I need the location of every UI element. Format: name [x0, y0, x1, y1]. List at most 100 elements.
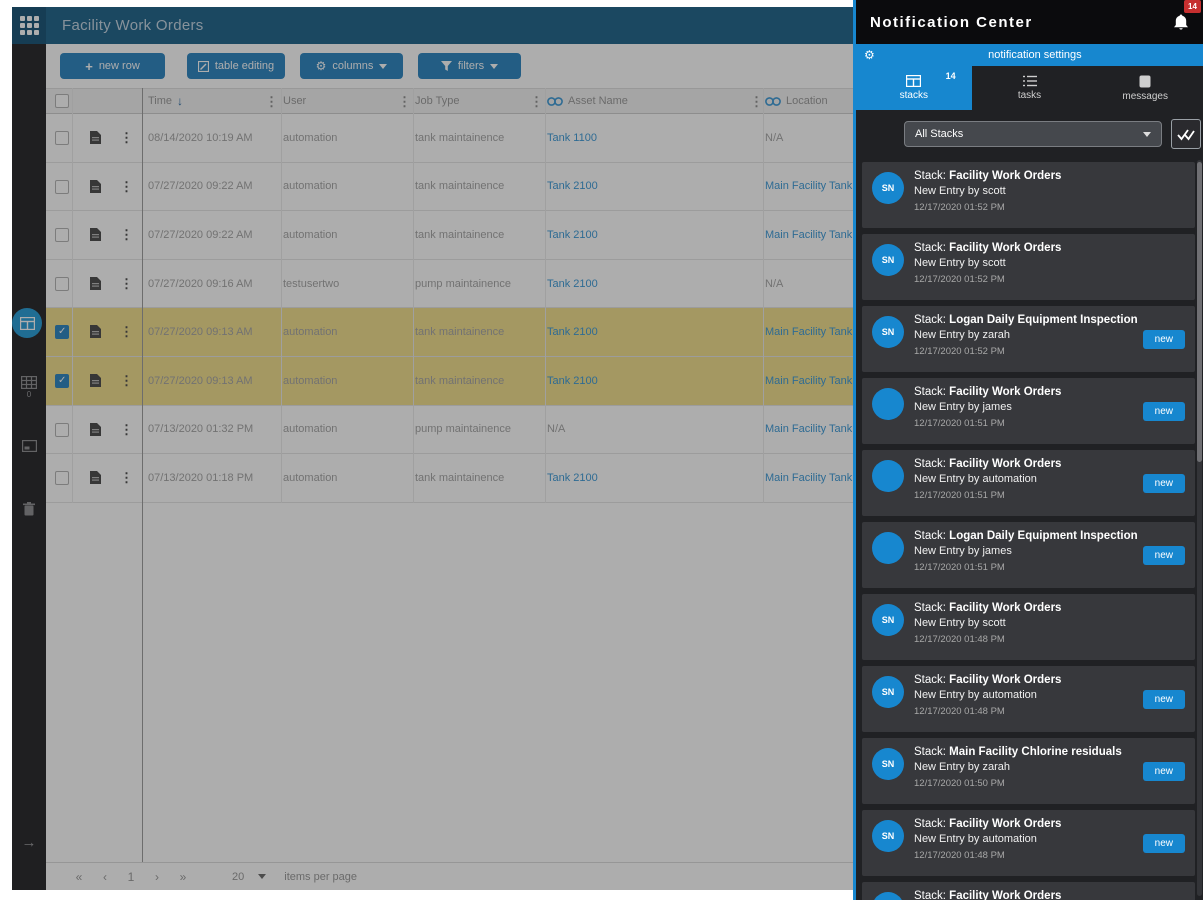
notification-content: Stack: Main Facility Chlorine residuals N…	[914, 746, 1143, 789]
cell-asset-name[interactable]: Tank 2100	[547, 163, 742, 211]
column-header-job-type[interactable]: Job Type	[415, 89, 459, 113]
row-menu-icon[interactable]: ⋮	[120, 423, 133, 436]
select-all-checkbox[interactable]	[55, 94, 69, 108]
column-menu-icon[interactable]: ⋮	[265, 95, 278, 108]
table-row[interactable]: ⋮ 08/14/2020 10:19 AM automation tank maint…	[46, 114, 853, 163]
tab-stacks[interactable]: stacks 14	[856, 66, 972, 110]
column-header-asset-name[interactable]: Asset Name	[547, 89, 628, 113]
notification-item[interactable]: SN Stack: Facility Work OrdersNew Entry b…	[862, 162, 1195, 228]
row-select-checkbox[interactable]	[55, 131, 69, 145]
column-menu-icon[interactable]: ⋮	[398, 95, 411, 108]
table-row[interactable]: ⋮ 07/27/2020 09:13 AM automation tank maint…	[46, 356, 853, 406]
filters-button[interactable]: filters	[418, 53, 521, 79]
stack-avatar: SN	[872, 820, 904, 852]
table-row[interactable]: ⋮ 07/27/2020 09:22 AM automation tank maint…	[46, 211, 853, 260]
row-menu-icon[interactable]: ⋮	[120, 325, 133, 338]
row-menu-icon[interactable]: ⋮	[120, 180, 133, 193]
cell-location[interactable]: Main Facility Tank	[765, 163, 853, 211]
cell-location[interactable]: Main Facility Tank	[765, 357, 853, 405]
prev-page-button[interactable]: ‹	[92, 870, 118, 884]
sidebar-item-trash[interactable]	[12, 502, 46, 516]
tasks-icon	[1022, 75, 1037, 87]
table-row[interactable]: ⋮ 07/27/2020 09:16 AM testusertwo pump main…	[46, 259, 853, 309]
notification-item[interactable]: SN Stack: Facility Work OrdersNew Entry b…	[862, 594, 1195, 660]
notification-item[interactable]: Stack: Facility Work Orders New Entry by …	[862, 450, 1195, 516]
notification-item[interactable]: SN Stack: Main Facility Chlorine residual…	[862, 738, 1195, 804]
page-number[interactable]: 1	[118, 870, 144, 884]
row-menu-icon[interactable]: ⋮	[120, 374, 133, 387]
notification-item[interactable]: SN Stack: Facility Work OrdersNew Entry b…	[862, 666, 1195, 732]
notification-item[interactable]: SN Stack: Facility Work OrdersNew Entry b…	[862, 882, 1195, 900]
app-launcher-button[interactable]	[12, 7, 46, 44]
cell-location[interactable]: Main Facility Tank	[765, 406, 853, 454]
bell-icon[interactable]	[1173, 14, 1189, 31]
cell-location[interactable]: Main Facility Tank	[765, 308, 853, 356]
cell-asset-name[interactable]: Tank 2100	[547, 260, 742, 308]
document-icon[interactable]	[90, 325, 101, 339]
table-editing-button[interactable]: table editing	[187, 53, 285, 79]
columns-button[interactable]: ⚙ columns	[300, 53, 403, 79]
row-menu-icon[interactable]: ⋮	[120, 228, 133, 241]
new-row-button[interactable]: + new row	[60, 53, 165, 79]
first-page-button[interactable]: «	[66, 870, 92, 884]
stack-filter-dropdown[interactable]: All Stacks	[904, 121, 1162, 147]
cell-asset-name[interactable]: Tank 2100	[547, 308, 742, 356]
row-select-checkbox[interactable]	[55, 422, 69, 437]
row-select-checkbox[interactable]	[55, 373, 69, 388]
cell-asset-name[interactable]: Tank 2100	[547, 357, 742, 405]
cell-asset-name[interactable]: Tank 2100	[547, 211, 742, 259]
row-menu-icon[interactable]: ⋮	[120, 277, 133, 290]
sidebar-expand-button[interactable]: →	[12, 834, 46, 851]
notification-timestamp: 12/17/2020 01:48 PM	[914, 634, 1005, 645]
left-sidebar: 0 →	[12, 44, 46, 890]
last-page-button[interactable]: »	[170, 870, 196, 884]
notification-item[interactable]: SN Stack: Logan Daily Equipment Inspectio…	[862, 306, 1195, 372]
notification-settings-button[interactable]: ⚙ notification settings	[856, 44, 1203, 66]
row-select-checkbox[interactable]	[55, 228, 69, 243]
tab-messages[interactable]: messages	[1087, 66, 1203, 110]
row-select-checkbox[interactable]	[55, 325, 69, 340]
apps-grid-icon	[19, 16, 39, 35]
column-menu-icon[interactable]: ⋮	[750, 95, 763, 108]
row-select-checkbox[interactable]	[55, 276, 69, 291]
document-icon[interactable]	[90, 422, 101, 436]
table-row[interactable]: ⋮ 07/13/2020 01:18 PM automation tank maint…	[46, 454, 853, 503]
row-menu-icon[interactable]: ⋮	[120, 471, 133, 484]
table-row[interactable]: ⋮ 07/27/2020 09:13 AM automation tank maint…	[46, 308, 853, 357]
notification-item[interactable]: Stack: Facility Work Orders New Entry by …	[862, 378, 1195, 444]
notification-content: Stack: Facility Work OrdersNew Entry by …	[914, 602, 1185, 645]
scrollbar-track[interactable]	[1197, 160, 1202, 896]
notification-item[interactable]: SN Stack: Facility Work OrdersNew Entry b…	[862, 810, 1195, 876]
notification-item[interactable]: Stack: Logan Daily Equipment Inspection N…	[862, 522, 1195, 588]
page-size-select[interactable]: 20	[232, 871, 267, 883]
cell-asset-name[interactable]: Tank 1100	[547, 114, 742, 162]
mark-all-read-button[interactable]	[1171, 119, 1201, 149]
cell-user: automation	[283, 180, 338, 193]
row-select-checkbox[interactable]	[55, 179, 69, 194]
cell-asset-name[interactable]: Tank 2100	[547, 454, 742, 502]
document-icon[interactable]	[90, 131, 101, 144]
document-icon[interactable]	[90, 228, 101, 242]
cell-location[interactable]: Main Facility Tank	[765, 211, 853, 259]
column-header-user[interactable]: User	[283, 89, 306, 113]
cell-location[interactable]: Main Facility Tank	[765, 454, 853, 502]
tab-tasks[interactable]: tasks	[972, 66, 1088, 110]
document-icon[interactable]	[90, 276, 101, 290]
row-select-checkbox[interactable]	[55, 471, 69, 486]
column-header-location[interactable]: Location	[765, 89, 828, 113]
sidebar-item-grid-queue[interactable]: 0	[12, 376, 46, 399]
row-menu-icon[interactable]: ⋮	[120, 131, 133, 144]
table-row[interactable]: ⋮ 07/27/2020 09:22 AM automation tank maint…	[46, 162, 853, 212]
document-icon[interactable]	[90, 179, 101, 193]
sidebar-item-card-view[interactable]	[12, 440, 46, 452]
document-icon[interactable]	[90, 471, 101, 485]
notification-timestamp: 12/17/2020 01:51 PM	[914, 490, 1005, 501]
column-menu-icon[interactable]: ⋮	[530, 95, 543, 108]
document-icon[interactable]	[90, 373, 101, 387]
table-row[interactable]: ⋮ 07/13/2020 01:32 PM automation pump maint…	[46, 405, 853, 455]
sidebar-item-table-view-active[interactable]	[12, 308, 46, 338]
next-page-button[interactable]: ›	[144, 870, 170, 884]
column-header-time[interactable]: Time ↓	[148, 89, 183, 113]
scrollbar-thumb[interactable]	[1197, 162, 1202, 462]
notification-item[interactable]: SN Stack: Facility Work OrdersNew Entry b…	[862, 234, 1195, 300]
